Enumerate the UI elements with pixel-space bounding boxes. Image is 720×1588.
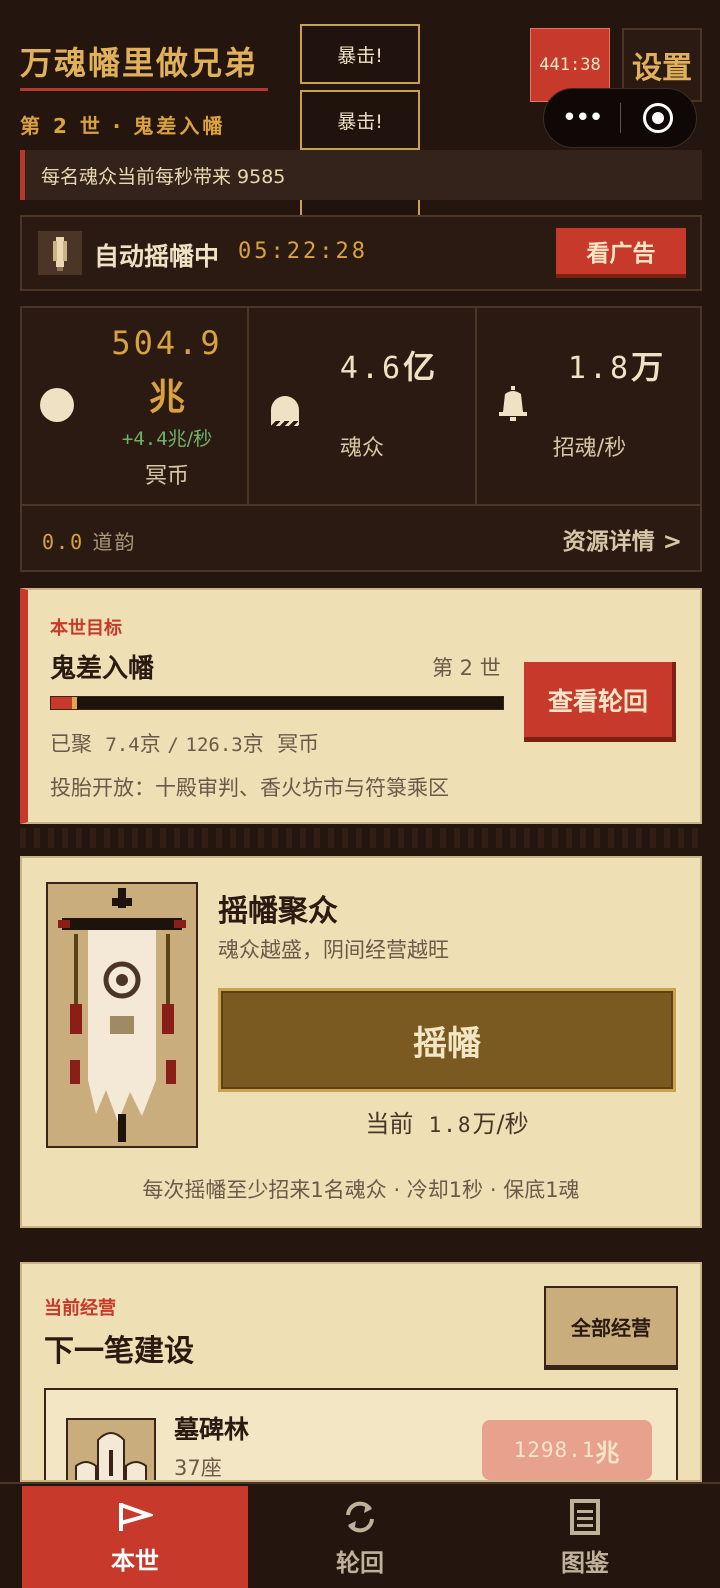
goal-generation: 第 2 世 (432, 656, 501, 680)
coin-rate-number: +4.4 (121, 428, 168, 450)
all-build-button[interactable]: 全部经营 (544, 1286, 678, 1370)
nav-tab-catalog[interactable]: 图鉴 (472, 1486, 698, 1588)
summon-value: 1.8万 (567, 348, 667, 386)
title-underline (20, 88, 268, 91)
summon-label: 招魂/秒 (552, 436, 627, 461)
souls-value: 4.6亿 (339, 348, 439, 386)
generation-goal-card: 本世目标 鬼差入幡 第 2 世 已聚 7.4京 / 126.3京 冥币 投胎开放… (20, 588, 702, 824)
goal-progress-text: 已聚 7.4京 / 126.3京 冥币 (50, 732, 320, 756)
bottom-nav: 本世 轮回 图鉴 (0, 1482, 720, 1588)
shake-rate: 当前 1.8万/秒 (365, 1110, 529, 1138)
mini-program-capsule: ••• (543, 88, 697, 148)
resource-stats-panel: 504.9 兆 +4.4兆/秒 冥币 4.6亿 魂众 1.8万 招魂/秒 0.0… (20, 306, 702, 572)
watch-ad-button[interactable]: 看广告 (556, 228, 686, 278)
generation-subtitle: 第 2 世 · 鬼差入幡 (20, 114, 226, 138)
item-name: 墓碑林 (174, 1415, 250, 1444)
goal-unlock-text: 投胎开放：十殿审判、香火坊市与符箓乘区 (50, 776, 449, 800)
stats-footer: 0.0 道韵 资源详情 > (22, 504, 702, 572)
tombstone-icon (66, 1418, 156, 1480)
build-item[interactable]: 墓碑林 37座 1298.1 兆 (44, 1388, 678, 1480)
view-cycle-button[interactable]: 查看轮回 (524, 662, 676, 742)
app-title: 万魂幡里做兄弟 (20, 44, 259, 82)
shake-rule-text: 每次摇幡至少招来1名魂众 · 冷却1秒 · 保底1魂 (142, 1178, 580, 1202)
item-count: 37座 (174, 1456, 222, 1480)
ghost-avatar-icon (38, 231, 82, 275)
catalog-icon (570, 1498, 600, 1535)
nav-label: 轮回 (336, 1548, 384, 1577)
decorative-strip (20, 828, 702, 848)
coin-value: 504.9 (111, 324, 223, 362)
shake-title: 摇幡聚众 (218, 894, 338, 929)
more-icon[interactable]: ••• (544, 103, 620, 133)
nav-label: 图鉴 (561, 1548, 609, 1577)
goal-progress-fill (51, 697, 78, 709)
bell-icon (499, 386, 527, 421)
coin-rate: +4.4兆/秒 (102, 424, 232, 451)
refresh-icon (346, 1501, 374, 1532)
crit-popup: 暴击! (300, 24, 420, 84)
souls-stat: 4.6亿 魂众 (249, 308, 477, 504)
shake-subtitle: 魂众越盛，阴间经营越旺 (218, 938, 449, 962)
dao-value: 0.0 道韵 (42, 530, 137, 554)
coin-unit: 兆 (148, 377, 185, 418)
resource-detail-link[interactable]: 资源详情 > (563, 522, 682, 556)
soul-banner-image (46, 882, 198, 1148)
coin-label: 冥币 (144, 464, 189, 489)
auto-shake-label: 自动摇幡中 (94, 242, 220, 271)
goal-progress-bar (50, 696, 504, 710)
souls-label: 魂众 (339, 436, 384, 461)
coin-icon (40, 388, 74, 422)
summon-stat: 1.8万 招魂/秒 (477, 308, 702, 504)
goal-tag: 本世目标 (50, 618, 122, 639)
flag-icon (119, 1502, 153, 1531)
build-card: 当前经营 下一笔建设 全部经营 墓碑林 37座 1298.1 兆 (20, 1262, 702, 1482)
income-notice: 每名魂众当前每秒带来 9585 (20, 150, 702, 200)
goal-title: 鬼差入幡 (50, 654, 155, 684)
shake-banner-button[interactable]: 摇幡 (218, 988, 676, 1092)
nav-tab-current-life[interactable]: 本世 (22, 1486, 248, 1588)
coin-rate-unit: 兆 (167, 428, 187, 450)
nav-tab-reincarnation[interactable]: 轮回 (247, 1486, 473, 1588)
item-cost-button[interactable]: 1298.1 兆 (482, 1420, 652, 1480)
coin-rate-suffix: /秒 (186, 428, 213, 450)
shake-banner-card: 摇幡聚众 魂众越盛，阴间经营越旺 摇幡 当前 1.8万/秒 每次摇幡至少招来1名… (20, 856, 702, 1228)
nav-label: 本世 (111, 1546, 159, 1575)
coin-stat: 504.9 兆 +4.4兆/秒 冥币 (22, 308, 249, 504)
close-miniprogram-icon[interactable] (621, 103, 697, 133)
crit-popup: 暴击! (300, 90, 420, 150)
auto-shake-bar: 自动摇幡中 05:22:28 看广告 (20, 215, 702, 291)
auto-shake-timer: 05:22:28 (238, 239, 368, 264)
ghost-icon (271, 396, 299, 427)
build-tag: 当前经营 (44, 1298, 116, 1319)
build-title: 下一笔建设 (44, 1334, 194, 1369)
